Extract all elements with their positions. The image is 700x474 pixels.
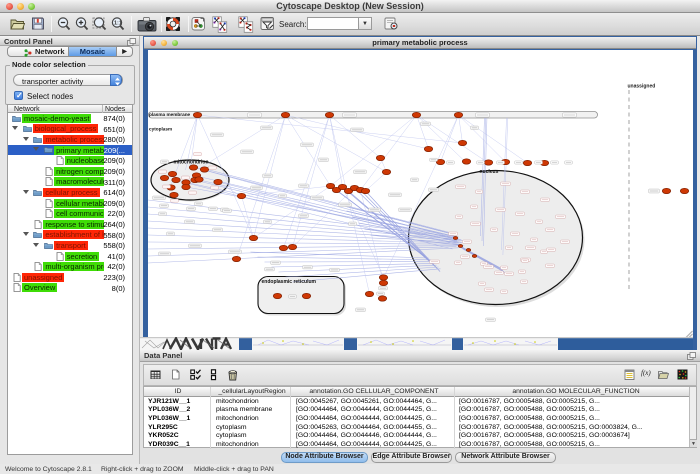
svg-text:nucleus: nucleus [479,169,498,175]
svg-text:unassigned: unassigned [627,84,655,90]
svg-text:1:1: 1:1 [114,21,122,27]
svg-text:mitochondrion: mitochondrion [173,160,208,166]
svg-text:endoplasmic reticulum: endoplasmic reticulum [261,279,316,285]
svg-text:cytoplasm: cytoplasm [149,127,172,132]
svg-text:plasma membrane: plasma membrane [149,112,191,117]
